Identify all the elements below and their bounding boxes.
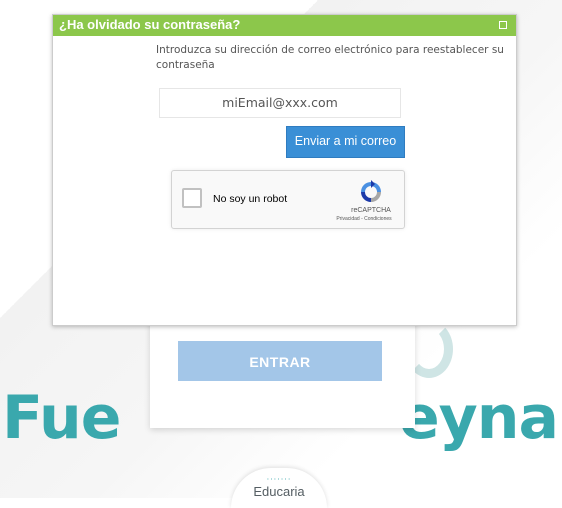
brand-wordmark-right: eyna: [398, 383, 559, 453]
brand-wordmark-left: Fue: [2, 383, 121, 453]
instructions-text: Introduzca su dirección de correo electr…: [156, 44, 504, 71]
recaptcha-checkbox[interactable]: [182, 188, 202, 208]
recaptcha-widget: No soy un robot reCAPTCHA Privacidad - C…: [171, 170, 405, 229]
send-to-email-button[interactable]: Enviar a mi correo: [286, 126, 405, 158]
recaptcha-label: No soy un robot: [213, 193, 288, 205]
educaria-dots: ·······: [266, 475, 292, 484]
close-icon[interactable]: [499, 21, 507, 29]
forgot-password-dialog: ¿Ha olvidado su contraseña? Introduzca s…: [52, 14, 517, 326]
educaria-logo: Educaria: [253, 484, 305, 499]
enter-button[interactable]: ENTRAR: [178, 341, 382, 381]
dialog-header: ¿Ha olvidado su contraseña?: [53, 15, 516, 36]
recaptcha-logo-icon: [361, 180, 381, 202]
email-field[interactable]: [159, 88, 401, 118]
dialog-title: ¿Ha olvidado su contraseña?: [59, 17, 241, 32]
recaptcha-brand: reCAPTCHA: [351, 207, 391, 214]
recaptcha-links[interactable]: Privacidad - Condiciones: [322, 216, 406, 222]
